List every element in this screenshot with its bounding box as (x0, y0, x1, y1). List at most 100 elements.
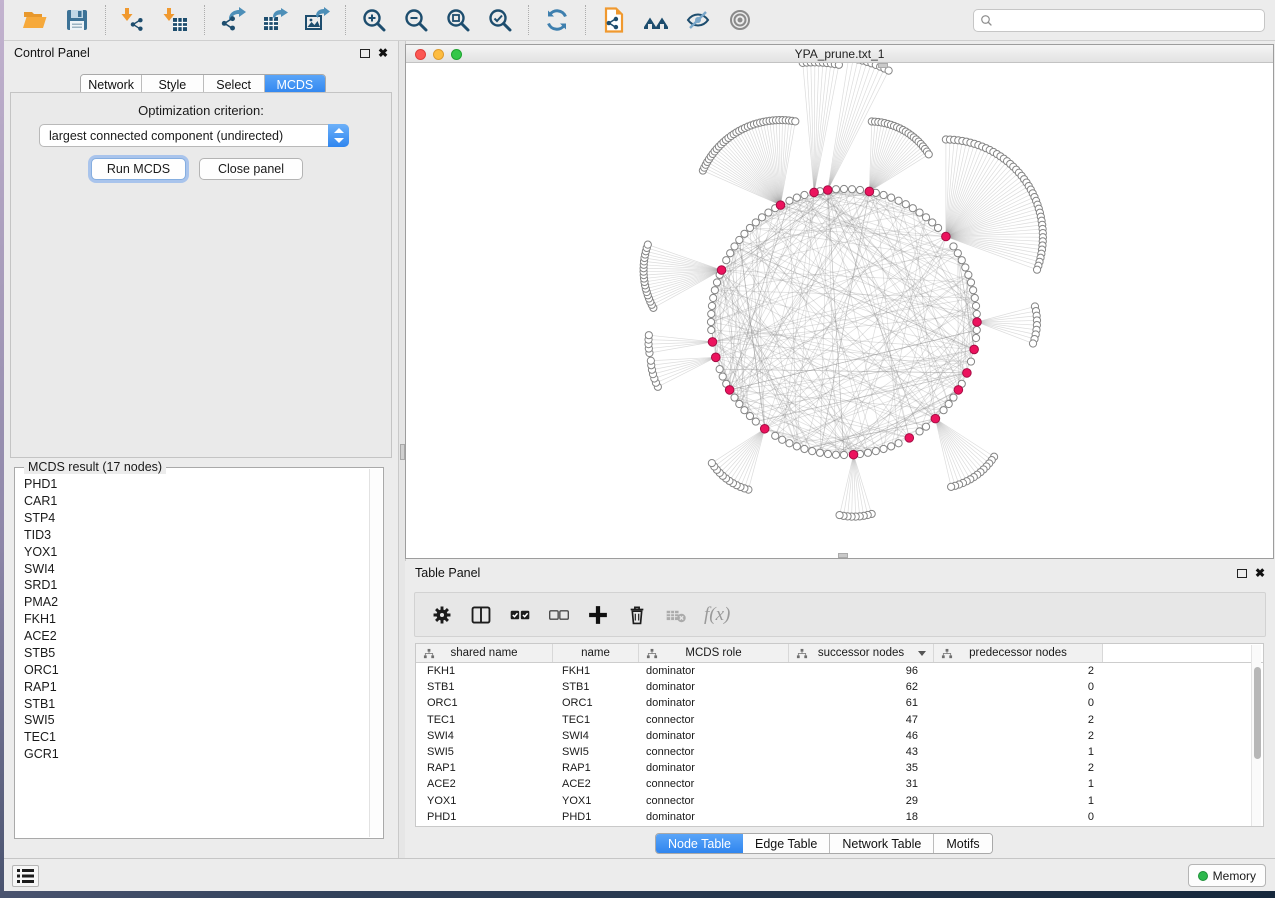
gear-icon (431, 604, 453, 626)
table-toolbar: f(x) (414, 592, 1266, 637)
mcds-result-item[interactable]: PMA2 (16, 594, 370, 611)
zoom-selected-button[interactable] (485, 5, 515, 35)
window-close-icon[interactable] (415, 49, 426, 60)
export-image-button[interactable] (302, 5, 332, 35)
import-network-button[interactable] (119, 5, 149, 35)
network-window-titlebar[interactable]: YPA_prune.txt_1 (406, 45, 1273, 63)
window-zoom-icon[interactable] (451, 49, 462, 60)
mcds-result-item[interactable]: ORC1 (16, 662, 370, 679)
table-settings-button[interactable] (431, 604, 453, 626)
splitter-grip[interactable] (400, 444, 405, 460)
export-network-button[interactable] (218, 5, 248, 35)
zoom-in-button[interactable] (359, 5, 389, 35)
search-input[interactable] (997, 14, 1258, 28)
show-all-button[interactable] (725, 5, 755, 35)
canvas-top-grip[interactable] (878, 63, 888, 68)
cell-predecessor-nodes: 1 (934, 778, 1103, 790)
table-row[interactable]: YOX1YOX1connector291 (416, 793, 1263, 809)
column-header-MCDS-role[interactable]: MCDS role (639, 644, 789, 662)
cell-MCDS-role: dominator (639, 681, 789, 693)
cell-successor-nodes: 62 (789, 681, 934, 693)
hide-selected-button[interactable] (683, 5, 713, 35)
cell-shared-name: STB1 (416, 681, 553, 693)
tab-network-table[interactable]: Network Table (830, 834, 934, 853)
memory-button[interactable]: Memory (1188, 864, 1266, 887)
task-history-button[interactable] (12, 865, 39, 887)
save-session-button[interactable] (62, 5, 92, 35)
table-row[interactable]: STB1STB1dominator620 (416, 679, 1263, 695)
main-toolbar (4, 0, 1275, 41)
new-network-from-selection-button[interactable] (599, 5, 629, 35)
column-header-shared-name[interactable]: shared name (416, 644, 553, 662)
column-header-name[interactable]: name (553, 644, 639, 662)
add-entry-button[interactable] (587, 604, 609, 626)
close-panel-icon[interactable]: ✖ (1255, 568, 1265, 578)
columns-icon (470, 604, 492, 626)
tab-node-table[interactable]: Node Table (656, 834, 743, 853)
close-panel-button[interactable]: Close panel (199, 158, 303, 180)
tab-edge-table[interactable]: Edge Table (743, 834, 830, 853)
criterion-dropdown[interactable]: largest connected component (undirected) (39, 124, 349, 147)
canvas-bottom-grip[interactable] (838, 553, 848, 558)
float-panel-icon[interactable] (360, 49, 370, 58)
table-row[interactable]: FKH1FKH1dominator962 (416, 663, 1263, 679)
network-canvas[interactable] (406, 63, 1273, 558)
table-scrollbar[interactable] (1251, 645, 1261, 826)
mcds-result-item[interactable]: STB1 (16, 695, 370, 712)
mcds-result-item[interactable]: SWI5 (16, 712, 370, 729)
mcds-result-item[interactable]: PHD1 (16, 476, 370, 493)
table-row[interactable]: SWI5SWI5connector431 (416, 744, 1263, 760)
open-file-button[interactable] (20, 5, 50, 35)
float-panel-icon[interactable] (1237, 569, 1247, 578)
unselect-all-button[interactable] (548, 604, 570, 626)
cell-name: SWI5 (553, 746, 639, 758)
cell-predecessor-nodes: 0 (934, 697, 1103, 709)
column-header-successor-nodes[interactable]: successor nodes (789, 644, 934, 662)
status-bar: Memory (4, 858, 1275, 891)
table-row[interactable]: SWI4SWI4dominator462 (416, 728, 1263, 744)
mcds-result-item[interactable]: YOX1 (16, 544, 370, 561)
scrollbar-thumb[interactable] (1254, 667, 1261, 759)
table-row[interactable]: PHD1PHD1dominator180 (416, 809, 1263, 825)
table-row[interactable]: ORC1ORC1dominator610 (416, 695, 1263, 711)
refresh-button[interactable] (542, 5, 572, 35)
mcds-result-item[interactable]: ACE2 (16, 628, 370, 645)
import-table-button[interactable] (161, 5, 191, 35)
mcds-result-item[interactable]: FKH1 (16, 611, 370, 628)
optimization-criterion-label: Optimization criterion: (4, 103, 398, 118)
toolbar-separator (105, 5, 106, 35)
zoom-fit-button[interactable] (443, 5, 473, 35)
mcds-result-item[interactable]: CAR1 (16, 493, 370, 510)
mcds-result-item[interactable]: TEC1 (16, 729, 370, 746)
mcds-result-item[interactable]: GCR1 (16, 746, 370, 763)
mcds-list-scrollbar[interactable] (369, 469, 382, 837)
mcds-result-list[interactable]: PHD1CAR1STP4TID3YOX1SWI4SRD1PMA2FKH1ACE2… (16, 476, 370, 837)
table-row[interactable]: ACE2ACE2connector311 (416, 776, 1263, 792)
column-header-predecessor-nodes[interactable]: predecessor nodes (934, 644, 1103, 662)
zoom-out-button[interactable] (401, 5, 431, 35)
cell-shared-name: ACE2 (416, 778, 553, 790)
window-minimize-icon[interactable] (433, 49, 444, 60)
table-panel-tabs: Node TableEdge TableNetwork TableMotifs (655, 833, 993, 854)
tab-motifs[interactable]: Motifs (934, 834, 991, 853)
criterion-value: largest connected component (undirected) (40, 129, 328, 143)
mcds-result-item[interactable]: TID3 (16, 527, 370, 544)
mcds-result-item[interactable]: STB5 (16, 645, 370, 662)
table-row[interactable]: TEC1TEC1connector472 (416, 712, 1263, 728)
save-floppy-icon (64, 7, 90, 33)
find-button[interactable] (641, 5, 671, 35)
export-table-button[interactable] (260, 5, 290, 35)
mcds-result-item[interactable]: SRD1 (16, 577, 370, 594)
delete-entry-button[interactable] (626, 604, 648, 626)
cell-shared-name: YOX1 (416, 795, 553, 807)
cell-successor-nodes: 61 (789, 697, 934, 709)
mcds-result-item[interactable]: SWI4 (16, 560, 370, 577)
select-all-button[interactable] (509, 604, 531, 626)
mcds-result-item[interactable]: RAP1 (16, 679, 370, 696)
table-row[interactable]: RAP1RAP1dominator352 (416, 760, 1263, 776)
mcds-result-item[interactable]: STP4 (16, 510, 370, 527)
close-panel-icon[interactable]: ✖ (378, 48, 388, 58)
search-field[interactable] (973, 9, 1265, 32)
run-mcds-button[interactable]: Run MCDS (91, 158, 186, 180)
show-columns-button[interactable] (470, 604, 492, 626)
